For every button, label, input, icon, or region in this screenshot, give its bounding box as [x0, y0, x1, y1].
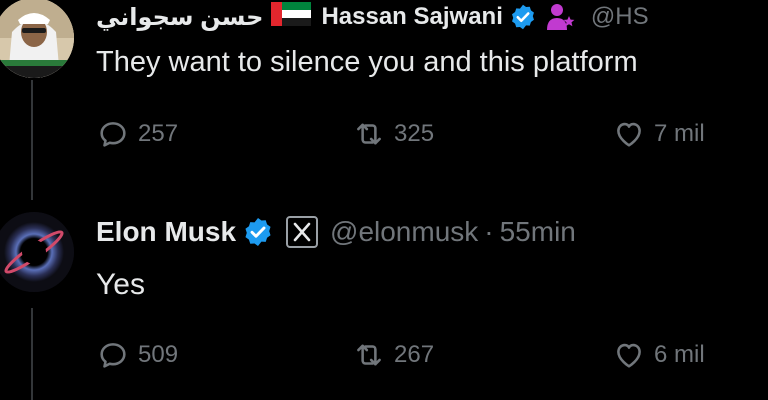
- reply-icon: [100, 122, 126, 147]
- repost-count: 325: [394, 120, 435, 147]
- reply-count: 509: [138, 341, 179, 368]
- like-count: 6 mil: [654, 341, 705, 368]
- repost-button[interactable]: 325: [352, 117, 434, 151]
- tweet2-actions: 509 267 6 mil: [96, 338, 736, 378]
- like-button[interactable]: 6 mil: [612, 338, 705, 372]
- verified-badge-icon: [509, 3, 537, 31]
- tweet1-text: They want to silence you and this platfo…: [96, 46, 638, 78]
- like-count: 7 mil: [654, 120, 705, 147]
- tweet2-header: Elon Musk @elonmusk · 55min: [96, 212, 576, 252]
- author-handle[interactable]: @elonmusk: [330, 216, 478, 248]
- reply-button[interactable]: 257: [96, 117, 178, 151]
- like-icon: [617, 343, 641, 368]
- author-name-arabic[interactable]: حسن سجواني: [96, 3, 263, 32]
- tweet1-actions: 257 325 7 mil: [96, 117, 736, 157]
- reply-button[interactable]: 509: [96, 338, 178, 372]
- thread-line-top: [31, 80, 33, 200]
- like-button[interactable]: 7 mil: [612, 117, 705, 151]
- repost-button[interactable]: 267: [352, 338, 434, 372]
- tweet2-text: Yes: [96, 268, 145, 301]
- like-icon: [617, 122, 641, 147]
- tweet1-header: حسن سجواني Hassan Sajwani @HS: [96, 0, 649, 34]
- verified-badge-icon: [242, 216, 274, 248]
- elon-avatar[interactable]: [0, 212, 74, 292]
- thread-line-bottom: [31, 308, 33, 400]
- reply-icon: [100, 343, 126, 368]
- tweet-timestamp[interactable]: 55min: [500, 216, 576, 248]
- reply-count: 257: [138, 120, 179, 147]
- repost-count: 267: [394, 341, 435, 368]
- author-name[interactable]: Hassan Sajwani: [321, 3, 502, 31]
- author-handle[interactable]: @HS: [591, 3, 649, 31]
- repost-icon: [357, 344, 381, 366]
- author-name[interactable]: Elon Musk: [96, 216, 236, 248]
- uae-flag-icon: [271, 1, 312, 33]
- affiliate-person-icon: [545, 2, 577, 32]
- hassan-avatar[interactable]: [0, 0, 74, 78]
- x-logo-icon: [286, 216, 319, 248]
- separator-dot: ·: [484, 216, 494, 247]
- repost-icon: [357, 123, 381, 145]
